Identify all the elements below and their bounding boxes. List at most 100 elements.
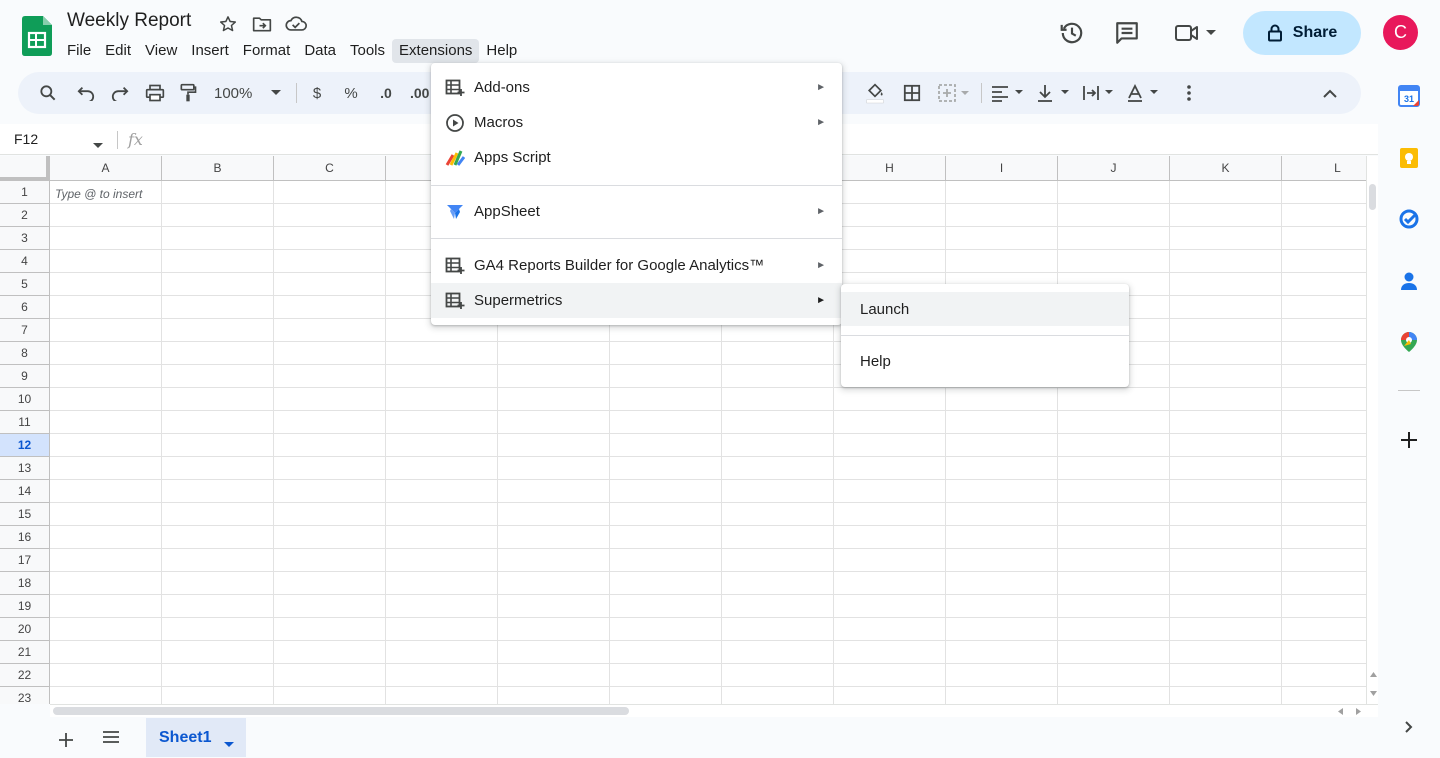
paint-format-icon[interactable] (176, 81, 200, 105)
row-header[interactable]: 8 (0, 342, 50, 365)
add-sheet-icon[interactable] (58, 728, 74, 754)
vertical-align-icon[interactable] (1036, 81, 1072, 105)
row-header[interactable]: 18 (0, 572, 50, 595)
column-header[interactable]: B (162, 156, 274, 181)
avatar[interactable]: C (1383, 15, 1418, 50)
sheet-tab-caret-icon[interactable] (224, 735, 234, 753)
add-icon[interactable] (1398, 429, 1420, 451)
menu-data[interactable]: Data (297, 39, 343, 63)
meet-call-button[interactable] (1170, 16, 1220, 50)
cloud-saved-icon[interactable] (285, 13, 307, 35)
column-header[interactable]: L (1282, 156, 1366, 181)
decrease-decimal-button[interactable]: .0 (374, 81, 398, 105)
column-header[interactable]: I (946, 156, 1058, 181)
more-options-icon[interactable] (1180, 81, 1198, 105)
scroll-down-arrow-icon[interactable] (1370, 691, 1377, 696)
document-title[interactable]: Weekly Report (67, 10, 191, 32)
zoom-select[interactable]: 100% (214, 81, 260, 105)
row-header[interactable]: 16 (0, 526, 50, 549)
menu-item-ga4-reports-builder[interactable]: GA4 Reports Builder for Google Analytics… (431, 248, 842, 283)
star-icon[interactable] (217, 13, 239, 35)
menu-file[interactable]: File (60, 39, 98, 63)
apps-script-icon (445, 148, 465, 168)
row-header[interactable]: 17 (0, 549, 50, 572)
row-header[interactable]: 14 (0, 480, 50, 503)
menu-item-add-ons[interactable]: Add-ons ► (431, 70, 842, 105)
row-header[interactable]: 6 (0, 296, 50, 319)
zoom-caret-icon[interactable] (270, 81, 282, 105)
merge-cells-icon[interactable] (936, 81, 972, 105)
tasks-icon[interactable] (1398, 208, 1420, 230)
row-header[interactable]: 3 (0, 227, 50, 250)
redo-icon[interactable] (108, 81, 132, 105)
menu-tools[interactable]: Tools (343, 39, 392, 63)
maps-icon[interactable] (1398, 331, 1420, 353)
row-header[interactable]: 23 (0, 687, 50, 704)
menu-edit[interactable]: Edit (98, 39, 138, 63)
row-header[interactable]: 9 (0, 365, 50, 388)
contacts-icon[interactable] (1398, 270, 1420, 292)
menu-item-macros[interactable]: Macros ► (431, 105, 842, 140)
undo-icon[interactable] (74, 81, 98, 105)
format-currency-button[interactable]: $ (308, 81, 326, 105)
scroll-right-arrow-icon[interactable] (1356, 708, 1361, 715)
comments-icon[interactable] (1110, 16, 1144, 50)
menu-item-apps-script[interactable]: Apps Script (431, 140, 842, 175)
column-header[interactable]: J (1058, 156, 1170, 181)
fill-color-icon[interactable] (863, 81, 887, 105)
horizontal-scroll-thumb[interactable] (53, 707, 629, 715)
all-sheets-icon[interactable] (102, 730, 120, 749)
submenu-item-help[interactable]: Help (841, 344, 1129, 378)
sheets-logo-icon[interactable] (22, 16, 52, 56)
row-header[interactable]: 15 (0, 503, 50, 526)
select-all-corner[interactable] (0, 156, 50, 181)
row-header[interactable]: 11 (0, 411, 50, 434)
scroll-left-arrow-icon[interactable] (1338, 708, 1343, 715)
column-header[interactable]: K (1170, 156, 1282, 181)
row-header[interactable]: 21 (0, 641, 50, 664)
row-header[interactable]: 2 (0, 204, 50, 227)
menu-insert[interactable]: Insert (184, 39, 236, 63)
row-header[interactable]: 13 (0, 457, 50, 480)
menu-help[interactable]: Help (479, 39, 524, 63)
collapse-toolbar-icon[interactable] (1318, 81, 1342, 105)
text-rotation-icon[interactable] (1126, 81, 1162, 105)
row-header[interactable]: 4 (0, 250, 50, 273)
horizontal-align-icon[interactable] (990, 81, 1026, 105)
row-header[interactable]: 20 (0, 618, 50, 641)
format-percent-button[interactable]: % (340, 81, 362, 105)
move-to-folder-icon[interactable] (251, 13, 273, 35)
column-header[interactable]: C (274, 156, 386, 181)
scroll-up-arrow-icon[interactable] (1370, 672, 1377, 677)
row-header[interactable]: 22 (0, 664, 50, 687)
expand-side-panel-icon[interactable] (1398, 716, 1420, 738)
horizontal-scrollbar[interactable] (50, 704, 1378, 717)
menu-item-supermetrics[interactable]: Supermetrics ► (431, 283, 842, 318)
row-header[interactable]: 10 (0, 388, 50, 411)
column-header[interactable]: A (50, 156, 162, 181)
menu-format[interactable]: Format (236, 39, 298, 63)
row-header[interactable]: 7 (0, 319, 50, 342)
keep-icon[interactable] (1398, 147, 1420, 169)
column-header[interactable]: H (834, 156, 946, 181)
increase-decimal-button[interactable]: .00 (410, 81, 432, 105)
vertical-scrollbar[interactable] (1366, 156, 1378, 704)
menu-item-appsheet[interactable]: AppSheet ► (431, 194, 842, 229)
row-header[interactable]: 12 (0, 434, 50, 457)
calendar-icon[interactable]: 31 (1398, 85, 1420, 107)
print-icon[interactable] (142, 81, 168, 105)
borders-icon[interactable] (900, 81, 924, 105)
version-history-icon[interactable] (1055, 16, 1089, 50)
text-wrapping-icon[interactable] (1082, 81, 1118, 105)
share-button[interactable]: Share (1243, 11, 1361, 55)
menu-extensions[interactable]: Extensions (392, 39, 480, 63)
menu-view[interactable]: View (138, 39, 184, 63)
vertical-scroll-thumb[interactable] (1369, 184, 1376, 210)
row-header[interactable]: 5 (0, 273, 50, 296)
name-box[interactable]: F12 (14, 131, 38, 147)
row-header[interactable]: 19 (0, 595, 50, 618)
row-header[interactable]: 1 (0, 181, 50, 204)
name-box-caret-icon[interactable] (93, 136, 103, 154)
submenu-item-launch[interactable]: Launch (841, 292, 1129, 326)
search-menus-icon[interactable] (36, 81, 60, 105)
